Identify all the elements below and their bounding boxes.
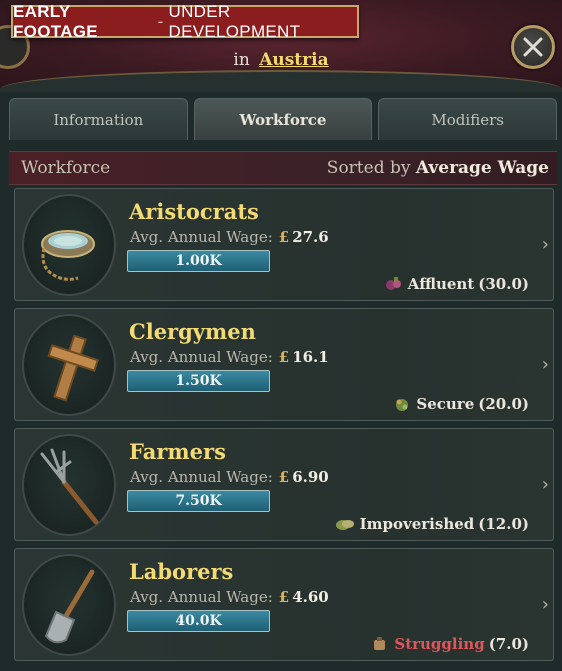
pop-size-bar: 40.0K [127,610,270,632]
wage-value: 27.6 [292,228,329,246]
status-value: (7.0) [488,635,529,653]
pop-card-clergymen[interactable]: Clergymen Avg. Annual Wage: £16.1 1.50K S… [14,308,554,421]
tab-information[interactable]: Information [9,98,188,140]
chevron-right-icon[interactable]: › [542,594,549,615]
pop-card-aristocrats[interactable]: Aristocrats Avg. Annual Wage: £27.6 1.00K… [14,188,554,301]
badge-dash: - [157,11,164,31]
status-label: Impoverished [359,515,475,533]
location-prefix: in [233,50,250,70]
status-label: Secure [416,395,475,413]
early-footage-badge: EARLY FOOTAGE - UNDER DEVELOPMENT [11,2,359,41]
pop-portrait [22,554,116,656]
status-value: (12.0) [478,515,529,533]
pop-portrait [22,434,116,536]
badge-strong-text: EARLY FOOTAGE [13,1,98,41]
pop-status: Impoverished (12.0) [335,515,529,533]
status-value: (30.0) [478,275,529,293]
location-line: in Austria [0,50,562,70]
chevron-right-icon[interactable]: › [542,474,549,495]
pitchfork-icon [40,448,99,525]
pop-card-laborers[interactable]: Laborers Avg. Annual Wage: £4.60 40.0K St… [14,548,554,661]
header-divider [0,70,562,92]
struggling-icon [371,636,389,652]
pop-size-bar: 1.50K [127,370,270,392]
pop-name: Aristocrats [129,199,259,224]
chevron-right-icon[interactable]: › [542,354,549,375]
wage-value: 6.90 [292,468,329,486]
pop-portrait [22,314,116,416]
status-value: (20.0) [478,395,529,413]
secure-icon [393,396,411,412]
close-icon [523,37,543,57]
wage-label: Avg. Annual Wage: [130,468,273,486]
tab-bar: Information Workforce Modifiers [9,98,558,140]
currency-icon: £ [278,348,290,366]
pop-size-bar: 7.50K [127,490,270,512]
badge-rest-text: UNDER DEVELOPMENT [168,1,301,41]
currency-icon: £ [278,228,290,246]
affluent-icon [385,276,403,292]
impoverished-icon [335,517,355,531]
bowl-icon [41,230,95,281]
country-link[interactable]: Austria [259,50,328,70]
currency-icon: £ [278,588,290,606]
close-button[interactable] [511,25,555,69]
sort-prefix: Sorted by [326,158,411,178]
tab-modifiers[interactable]: Modifiers [378,98,558,140]
pop-wage: Avg. Annual Wage: £27.6 [130,228,329,246]
pop-wage: Avg. Annual Wage: £4.60 [130,588,329,606]
pop-wage: Avg. Annual Wage: £16.1 [130,348,329,366]
cross-icon [47,334,100,402]
pop-wage: Avg. Annual Wage: £6.90 [130,468,329,486]
currency-icon: £ [278,468,290,486]
status-label: Affluent [407,275,475,293]
pop-status: Struggling (7.0) [371,635,529,653]
pop-name: Farmers [129,439,226,464]
wage-value: 16.1 [292,348,329,366]
section-header: Workforce Sorted by Average Wage [9,151,557,185]
pop-name: Laborers [129,559,234,584]
sort-control[interactable]: Sorted by Average Wage [327,158,549,178]
wage-value: 4.60 [292,588,329,606]
pop-portrait [22,194,116,296]
wage-label: Avg. Annual Wage: [130,228,273,246]
pop-size-bar: 1.00K [127,250,270,272]
tab-workforce[interactable]: Workforce [193,98,373,140]
sort-key: Average Wage [415,158,549,178]
pop-name: Clergymen [129,319,256,344]
pop-card-farmers[interactable]: Farmers Avg. Annual Wage: £6.90 7.50K Imp… [14,428,554,541]
pop-status: Secure (20.0) [393,395,529,413]
chevron-right-icon[interactable]: › [542,234,549,255]
wage-label: Avg. Annual Wage: [130,348,273,366]
section-title: Workforce [21,158,111,178]
shovel-icon [44,569,95,644]
wage-label: Avg. Annual Wage: [130,588,273,606]
pop-status: Affluent (30.0) [385,275,529,293]
status-label: Struggling [394,635,485,653]
